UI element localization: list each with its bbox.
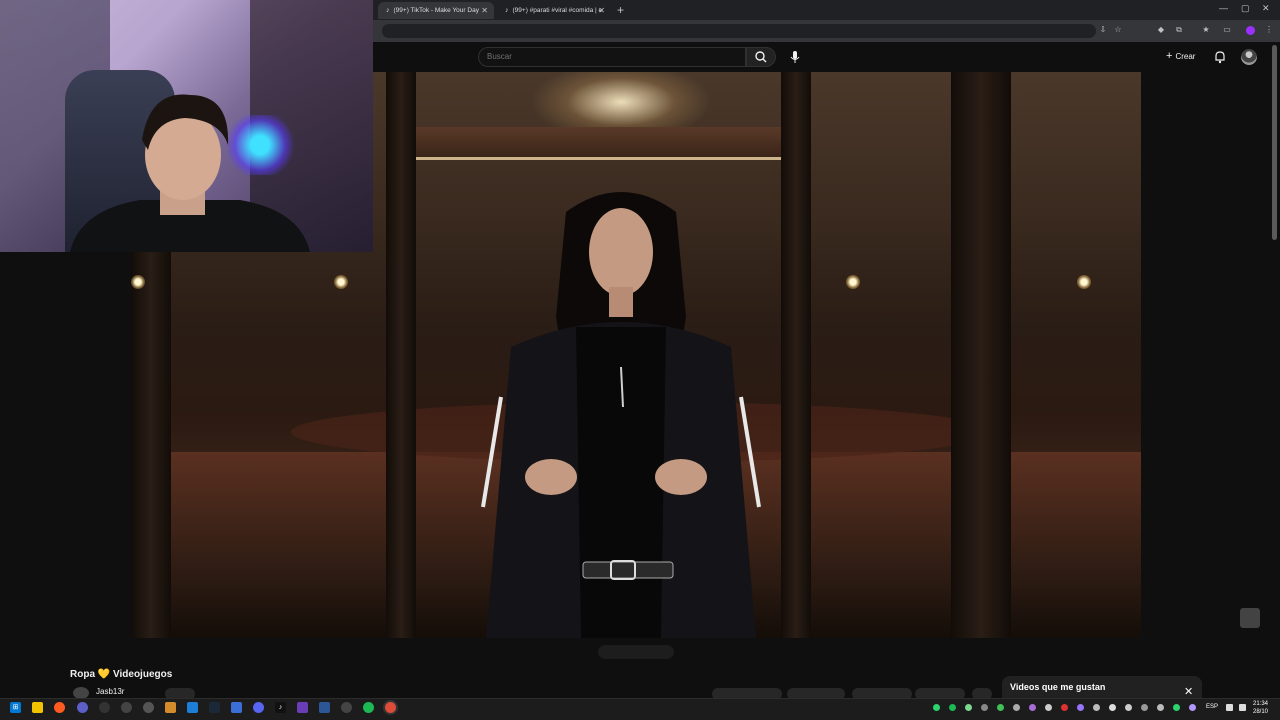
video-balcony — [411, 127, 791, 160]
video-pillar — [386, 72, 416, 638]
spotify-icon[interactable] — [363, 702, 374, 713]
account-avatar[interactable] — [1241, 49, 1257, 65]
language-indicator[interactable]: ESP — [1206, 704, 1218, 710]
app-icon[interactable] — [341, 702, 352, 713]
tray-icon[interactable] — [949, 704, 956, 711]
channel-name[interactable]: Jasb13r — [96, 687, 124, 696]
app-icon[interactable] — [165, 702, 176, 713]
maximize-button[interactable]: ▢ — [1241, 3, 1250, 14]
app-icon[interactable] — [143, 702, 154, 713]
tray-icon[interactable] — [1045, 704, 1052, 711]
tiktok-icon: ♪ — [386, 7, 390, 14]
sidepanel-icon[interactable]: ▭ — [1222, 25, 1232, 35]
close-icon[interactable]: ✕ — [1184, 685, 1193, 698]
puzzle-icon[interactable]: ⧉ — [1174, 25, 1184, 35]
menu-icon[interactable]: ⋮ — [1264, 25, 1274, 35]
network-icon[interactable] — [1226, 704, 1233, 711]
extension-icon[interactable]: ◆ — [1156, 25, 1166, 35]
tab-title: (99+) TikTok - Make Your Day — [393, 7, 479, 14]
search-button[interactable] — [746, 47, 776, 67]
page-scrollbar[interactable] — [1272, 45, 1277, 240]
chrome-icon[interactable] — [385, 702, 396, 713]
tray-icon[interactable] — [997, 704, 1004, 711]
tiktok-icon: ♪ — [505, 7, 509, 14]
tray-icon[interactable] — [981, 704, 988, 711]
video-pillar — [951, 72, 1011, 638]
tray-icon[interactable] — [1077, 704, 1084, 711]
app-icon[interactable] — [319, 702, 330, 713]
omnibox[interactable] — [382, 24, 1096, 38]
app-icon[interactable] — [297, 702, 308, 713]
create-label: Crear — [1175, 51, 1196, 61]
tray-icon[interactable] — [1125, 704, 1132, 711]
notifications-bell-icon[interactable] — [1213, 50, 1227, 64]
app-icon[interactable] — [187, 702, 198, 713]
app-icon[interactable] — [231, 702, 242, 713]
tray-icon[interactable] — [1093, 704, 1100, 711]
tray-icon[interactable] — [1173, 704, 1180, 711]
tray-icon[interactable] — [1189, 704, 1196, 711]
video-lamp — [334, 275, 348, 289]
app-icon[interactable] — [77, 702, 88, 713]
liked-videos-title[interactable]: Videos que me gustan — [1010, 682, 1105, 692]
minimize-button[interactable]: — — [1219, 3, 1228, 13]
tab-parati[interactable]: ♪ (99+) #parati #viral #comida | e ✕ — [497, 2, 611, 19]
microphone-icon[interactable] — [786, 49, 804, 65]
tray-icon[interactable] — [1157, 704, 1164, 711]
steam-icon[interactable] — [209, 702, 220, 713]
search-icon — [755, 51, 767, 63]
app-icon[interactable] — [121, 702, 132, 713]
taskbar-clock[interactable]: 21:34 28/10 — [1253, 700, 1268, 716]
search-input[interactable]: Buscar — [478, 47, 746, 67]
tray-icon[interactable] — [1061, 704, 1068, 711]
star-icon[interactable]: ☆ — [1113, 25, 1123, 35]
video-lamp — [1077, 275, 1091, 289]
close-tab-icon[interactable]: ✕ — [598, 6, 605, 15]
search-icon[interactable] — [54, 702, 65, 713]
close-tab-icon[interactable]: ✕ — [481, 6, 488, 15]
webcam-overlay — [0, 0, 373, 252]
tray-icon[interactable] — [1109, 704, 1116, 711]
download-icon[interactable]: ⇩ — [1098, 25, 1108, 35]
create-button[interactable]: + Crear — [1166, 50, 1195, 62]
webcam-streamer — [70, 94, 310, 252]
video-lamp — [846, 275, 860, 289]
tray-icon[interactable] — [1013, 704, 1020, 711]
video-pillar — [781, 72, 811, 638]
tray-icon[interactable] — [933, 704, 940, 711]
file-explorer-icon[interactable] — [32, 702, 43, 713]
volume-icon[interactable] — [1239, 704, 1246, 711]
video-presenter — [481, 192, 761, 638]
close-window-button[interactable]: ✕ — [1262, 3, 1270, 14]
plus-icon: + — [1166, 50, 1173, 62]
tray-icon[interactable] — [965, 704, 972, 711]
video-lamp — [131, 275, 145, 289]
tray-icon[interactable] — [1029, 704, 1036, 711]
clock-time: 21:34 — [1253, 701, 1269, 707]
profile-icon[interactable] — [1246, 26, 1255, 35]
player-progress-pill[interactable] — [598, 645, 674, 659]
bookmark-star-icon[interactable]: ★ — [1201, 25, 1211, 35]
windows-start-icon[interactable]: ⊞ — [10, 702, 21, 713]
clock-date: 28/10 — [1253, 709, 1269, 715]
tab-title: (99+) #parati #viral #comida | e — [512, 7, 603, 14]
tab-tiktok[interactable]: ♪ (99+) TikTok - Make Your Day ✕ — [378, 2, 494, 19]
app-icon[interactable] — [99, 702, 110, 713]
video-title: Ropa 💛 Videojuegos — [70, 669, 173, 680]
discord-icon[interactable] — [253, 702, 264, 713]
new-tab-button[interactable]: + — [617, 3, 624, 17]
video-watermark — [1240, 608, 1260, 628]
tiktok-icon[interactable]: ♪ — [275, 702, 286, 713]
tray-icon[interactable] — [1141, 704, 1148, 711]
